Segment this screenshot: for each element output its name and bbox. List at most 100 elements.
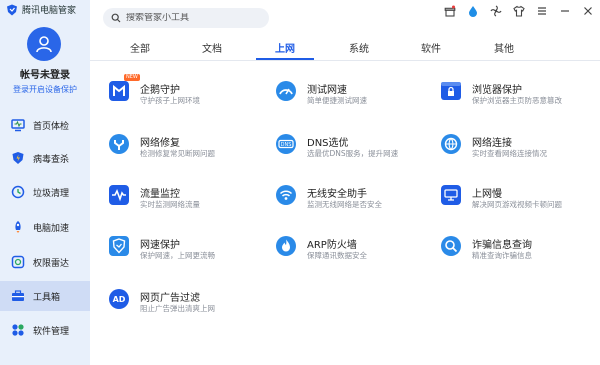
- tool-network-repair[interactable]: 网络修复 检测修复常见断网问题: [108, 133, 278, 169]
- tool-slow-internet[interactable]: 上网慢 解决网页游戏视频卡顿问题: [440, 184, 600, 220]
- tool-desc: 选最优DNS服务，提升网速: [307, 149, 399, 158]
- tab-other[interactable]: 其他: [494, 40, 514, 55]
- sidebar-item-label: 软件管理: [33, 326, 70, 337]
- tab-documents[interactable]: 文档: [202, 40, 222, 55]
- app-logo-icon: [7, 4, 17, 15]
- tool-network-connections[interactable]: 网络连接 实时查看网络连接情况: [440, 133, 600, 169]
- tool-speed-protect[interactable]: 网速保护 保护网速，上网更流畅: [108, 235, 278, 271]
- tool-fraud-lookup[interactable]: 诈骗信息查询 精准查询诈骗信息: [440, 235, 600, 271]
- wifi-icon: [276, 185, 296, 205]
- close-icon[interactable]: [582, 5, 594, 17]
- tool-desc: 保护浏览器主页防恶意篡改: [472, 96, 562, 105]
- tool-desc: 实时查看网络连接情况: [472, 149, 547, 158]
- tool-desc: 简单便捷测试网速: [307, 96, 367, 105]
- sidebar-item-permission-radar[interactable]: 权限雷达: [0, 247, 90, 277]
- tool-desc: 保护网速，上网更流畅: [140, 251, 215, 260]
- tab-all[interactable]: 全部: [130, 40, 150, 55]
- sidebar-item-label: 工具箱: [33, 292, 61, 303]
- sidebar-item-label: 首页体检: [33, 121, 70, 132]
- search-box[interactable]: [103, 8, 269, 28]
- rocket-icon: [11, 220, 25, 234]
- tool-name: 上网慢: [472, 189, 502, 200]
- tool-speed-test[interactable]: 测试网速 简单便捷测试网速: [275, 80, 445, 116]
- app-brand: 腾讯电脑管家: [6, 3, 76, 16]
- tab-internet[interactable]: 上网: [275, 40, 295, 55]
- tool-desc: 保障通讯数据安全: [307, 251, 367, 260]
- tool-name: 浏览器保护: [472, 85, 522, 96]
- browser-lock-icon: [441, 82, 461, 100]
- tool-wifi-security[interactable]: 无线安全助手 监测无线网络是否安全: [275, 184, 445, 220]
- apps-icon: [11, 323, 25, 337]
- sidebar: 腾讯电脑管家 帐号未登录 登录开启设备保护 首页体检 病毒查杀 垃圾清理 电脑加…: [0, 0, 90, 365]
- sidebar-item-home-checkup[interactable]: 首页体检: [0, 110, 90, 140]
- login-link[interactable]: 登录开启设备保护: [0, 84, 90, 95]
- tool-name: DNS选优: [307, 138, 349, 149]
- monitor-icon: [11, 118, 25, 132]
- toolbox-icon: [11, 289, 25, 303]
- network-slow-icon: [441, 185, 461, 205]
- speedometer-icon: [276, 81, 296, 101]
- tool-dns-optimize[interactable]: DNS DNS选优 选最优DNS服务，提升网速: [275, 133, 445, 169]
- tool-arp-firewall[interactable]: ARP防火墙 保障通讯数据安全: [275, 235, 445, 271]
- sidebar-item-toolbox[interactable]: 工具箱: [0, 281, 90, 311]
- recycle-icon: [11, 185, 25, 199]
- window-controls: [444, 5, 594, 17]
- fraud-search-icon: [441, 236, 461, 256]
- sidebar-item-junk-clean[interactable]: 垃圾清理: [0, 177, 90, 207]
- tool-desc: 实时监测网络流量: [140, 200, 200, 209]
- fan-icon[interactable]: [490, 5, 502, 17]
- tab-system[interactable]: 系统: [349, 40, 369, 55]
- tab-software[interactable]: 软件: [421, 40, 441, 55]
- tool-ad-filter[interactable]: AD 网页广告过滤 阻止广告弹出清爽上网: [108, 288, 278, 324]
- penguin-guard-icon: [109, 81, 129, 101]
- firewall-icon: [276, 236, 296, 256]
- tool-name: 流量监控: [140, 189, 180, 200]
- sidebar-item-label: 权限雷达: [33, 258, 70, 269]
- sidebar-item-label: 病毒查杀: [33, 154, 70, 165]
- gift-icon[interactable]: [444, 5, 456, 17]
- tool-penguin-guard[interactable]: 企鹅守护 守护孩子上网环境: [108, 80, 278, 116]
- tool-name: 网络修复: [140, 138, 180, 149]
- sidebar-item-label: 电脑加速: [33, 223, 70, 234]
- wrench-icon: [109, 134, 129, 154]
- active-tab-indicator: [256, 58, 314, 60]
- speed-shield-icon: [109, 236, 129, 256]
- dns-icon: DNS: [276, 134, 296, 154]
- search-input[interactable]: [126, 13, 256, 23]
- shield-lightning-icon: [11, 151, 25, 165]
- avatar[interactable]: [27, 27, 61, 61]
- tool-desc: 解决网页游戏视频卡顿问题: [472, 200, 562, 209]
- tool-name: 无线安全助手: [307, 189, 367, 200]
- tool-desc: 精准查询诈骗信息: [472, 251, 532, 260]
- minimize-icon[interactable]: [559, 5, 571, 17]
- tool-name: 网络连接: [472, 138, 512, 149]
- user-icon: [36, 36, 52, 53]
- svg-text:AD: AD: [113, 295, 126, 304]
- tool-name: 企鹅守护: [140, 85, 180, 96]
- ad-block-icon: AD: [109, 289, 129, 309]
- tool-name: 网页广告过滤: [140, 293, 200, 304]
- menu-icon[interactable]: [536, 5, 548, 17]
- droplet-icon[interactable]: [467, 5, 479, 17]
- svg-text:DNS: DNS: [281, 142, 292, 148]
- sidebar-item-virus-scan[interactable]: 病毒查杀: [0, 143, 90, 173]
- tool-name: ARP防火墙: [307, 240, 357, 251]
- tool-browser-protect[interactable]: 浏览器保护 保护浏览器主页防恶意篡改: [440, 80, 600, 116]
- sidebar-item-label: 垃圾清理: [33, 188, 70, 199]
- tool-name: 测试网速: [307, 85, 347, 96]
- new-badge: NEW: [124, 74, 140, 81]
- sidebar-item-speedup[interactable]: 电脑加速: [0, 212, 90, 242]
- skin-icon[interactable]: [513, 5, 525, 17]
- tool-desc: 监测无线网络是否安全: [307, 200, 382, 209]
- tool-desc: 守护孩子上网环境: [140, 96, 200, 105]
- tool-desc: 检测修复常见断网问题: [140, 149, 215, 158]
- globe-icon: [441, 134, 461, 154]
- sidebar-item-software-manager[interactable]: 软件管理: [0, 315, 90, 345]
- tool-name: 诈骗信息查询: [472, 240, 532, 251]
- app-title: 腾讯电脑管家: [22, 6, 77, 16]
- tool-traffic-monitor[interactable]: 流量监控 实时监测网络流量: [108, 184, 278, 220]
- account-name[interactable]: 帐号未登录: [0, 66, 90, 81]
- tool-name: 网速保护: [140, 240, 180, 251]
- radar-icon: [11, 255, 25, 269]
- category-tabs: 全部 文档 上网 系统 软件 其他: [90, 36, 600, 61]
